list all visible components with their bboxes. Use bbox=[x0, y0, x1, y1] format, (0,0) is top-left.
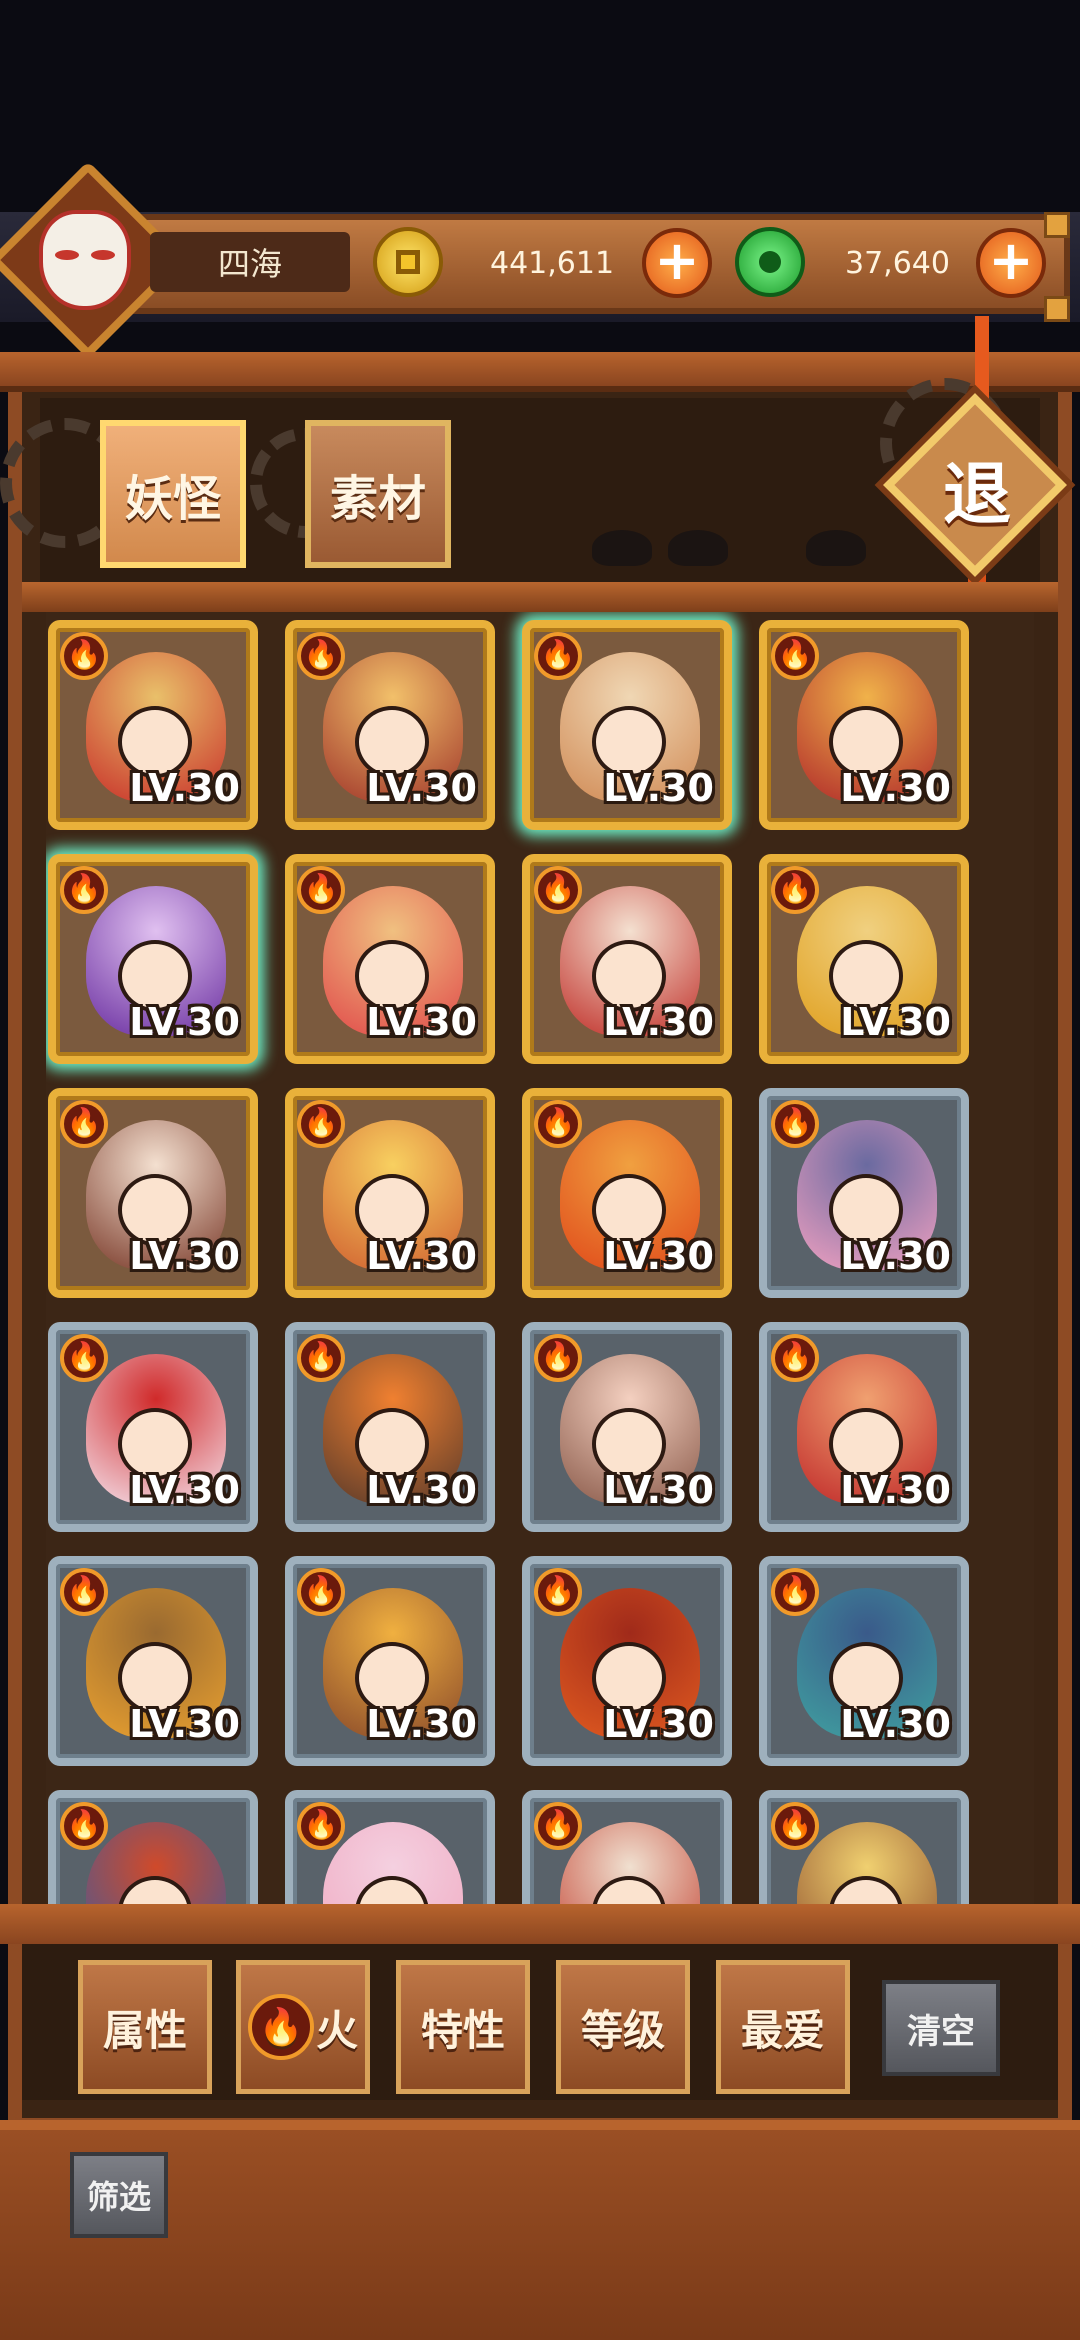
monster-card[interactable]: 🔥 LV.30 bbox=[759, 1088, 969, 1298]
monster-level: LV.30 bbox=[603, 1234, 714, 1278]
monster-level: LV.30 bbox=[603, 1702, 714, 1746]
jade-coin-icon bbox=[735, 227, 805, 297]
monster-level: LV.30 bbox=[366, 1468, 477, 1512]
attribute-filter-button[interactable]: 属性 bbox=[78, 1960, 212, 2094]
monster-card[interactable]: 🔥 LV.30 bbox=[522, 1322, 732, 1532]
level-filter-button[interactable]: 等级 bbox=[556, 1960, 690, 2094]
tab-monsters[interactable]: 妖怪 bbox=[100, 420, 246, 568]
monster-card[interactable]: 🔥 LV.30 bbox=[285, 854, 495, 1064]
shelf-beam bbox=[22, 582, 1058, 612]
monster-level: LV.30 bbox=[129, 1468, 240, 1512]
fire-element-icon: 🔥 bbox=[297, 866, 345, 914]
fire-element-icon: 🔥 bbox=[534, 1334, 582, 1382]
monster-level: LV.30 bbox=[840, 1468, 951, 1512]
monster-card[interactable]: 🔥 LV.30 bbox=[522, 1556, 732, 1766]
player-name: 四海 bbox=[150, 232, 350, 292]
monster-level: LV.30 bbox=[840, 1234, 951, 1278]
fire-element-icon: 🔥 bbox=[297, 1100, 345, 1148]
fire-element-icon: 🔥 bbox=[534, 1100, 582, 1148]
monster-card[interactable]: 🔥 bbox=[285, 1790, 495, 1904]
fire-element-icon: 🔥 bbox=[771, 866, 819, 914]
monster-card[interactable]: 🔥 LV.30 bbox=[522, 1088, 732, 1298]
fire-icon: 🔥 bbox=[247, 1994, 314, 2060]
monster-level: LV.30 bbox=[603, 766, 714, 810]
monster-card[interactable]: 🔥 LV.30 bbox=[48, 620, 258, 830]
monster-card[interactable]: 🔥 LV.30 bbox=[759, 854, 969, 1064]
fire-element-icon: 🔥 bbox=[534, 866, 582, 914]
monster-card[interactable]: 🔥 LV.30 bbox=[522, 854, 732, 1064]
fire-element-icon: 🔥 bbox=[771, 1568, 819, 1616]
add-gold-button[interactable]: + bbox=[642, 228, 712, 298]
monster-card[interactable]: 🔥 LV.30 bbox=[48, 854, 258, 1064]
fire-element-icon: 🔥 bbox=[771, 1802, 819, 1850]
monster-card[interactable]: 🔥 LV.30 bbox=[759, 1322, 969, 1532]
fire-element-icon: 🔥 bbox=[534, 632, 582, 680]
trait-filter-button[interactable]: 特性 bbox=[396, 1960, 530, 2094]
monster-level: LV.30 bbox=[129, 766, 240, 810]
fire-element-icon: 🔥 bbox=[60, 632, 108, 680]
fire-element-icon: 🔥 bbox=[534, 1568, 582, 1616]
fire-element-icon: 🔥 bbox=[297, 1802, 345, 1850]
monster-card[interactable]: 🔥 LV.30 bbox=[285, 1322, 495, 1532]
monster-grid[interactable]: 🔥 LV.30 🔥 LV.30 🔥 LV.30 🔥 LV.30 🔥 LV.30 🔥 LV.30 🔥 LV.… bbox=[46, 612, 1034, 1904]
monster-card[interactable]: 🔥 bbox=[48, 1790, 258, 1904]
monster-level: LV.30 bbox=[840, 1702, 951, 1746]
monster-card[interactable]: 🔥 LV.30 bbox=[522, 620, 732, 830]
monster-level: LV.30 bbox=[840, 766, 951, 810]
gold-coin-icon bbox=[373, 227, 443, 297]
fire-element-icon: 🔥 bbox=[60, 1568, 108, 1616]
monster-card[interactable]: 🔥 LV.30 bbox=[759, 620, 969, 830]
fire-element-icon: 🔥 bbox=[60, 1334, 108, 1382]
monster-level: LV.30 bbox=[366, 1000, 477, 1044]
monster-card[interactable]: 🔥 LV.30 bbox=[285, 620, 495, 830]
retreat-button[interactable]: 退 bbox=[912, 428, 1042, 548]
monster-card[interactable]: 🔥 LV.30 bbox=[48, 1322, 258, 1532]
fire-element-icon: 🔥 bbox=[297, 1334, 345, 1382]
monster-card[interactable]: 🔥 LV.30 bbox=[48, 1088, 258, 1298]
fire-element-icon: 🔥 bbox=[60, 866, 108, 914]
monster-level: LV.30 bbox=[840, 1000, 951, 1044]
element-filter-label: 火 bbox=[315, 2005, 358, 2055]
monster-level: LV.30 bbox=[603, 1468, 714, 1512]
mask-face bbox=[39, 210, 131, 310]
monster-card[interactable]: 🔥 bbox=[759, 1790, 969, 1904]
monster-level: LV.30 bbox=[366, 1234, 477, 1278]
filter-toggle-button[interactable]: 筛选 bbox=[70, 2152, 168, 2238]
gold-amount: 441,611 bbox=[490, 245, 615, 281]
monster-level: LV.30 bbox=[366, 1702, 477, 1746]
shadow-creature-icon bbox=[668, 530, 728, 566]
monster-card[interactable]: 🔥 LV.30 bbox=[48, 1556, 258, 1766]
monster-level: LV.30 bbox=[603, 1000, 714, 1044]
shadow-creature-icon bbox=[592, 530, 652, 566]
fire-element-icon: 🔥 bbox=[60, 1802, 108, 1850]
monster-level: LV.30 bbox=[129, 1000, 240, 1044]
fire-element-icon: 🔥 bbox=[534, 1802, 582, 1850]
fire-element-icon: 🔥 bbox=[297, 632, 345, 680]
monster-level: LV.30 bbox=[129, 1234, 240, 1278]
corner-nail bbox=[1044, 212, 1070, 238]
monster-level: LV.30 bbox=[366, 766, 477, 810]
add-jade-button[interactable]: + bbox=[976, 228, 1046, 298]
fire-element-icon: 🔥 bbox=[771, 632, 819, 680]
tab-materials[interactable]: 素材 bbox=[305, 420, 451, 568]
monster-card[interactable]: 🔥 LV.30 bbox=[759, 1556, 969, 1766]
jade-amount: 37,640 bbox=[845, 245, 950, 281]
fire-element-icon: 🔥 bbox=[297, 1568, 345, 1616]
monster-card[interactable]: 🔥 LV.30 bbox=[285, 1556, 495, 1766]
fox-mask-avatar-icon[interactable] bbox=[30, 200, 140, 320]
favorite-filter-button[interactable]: 最爱 bbox=[716, 1960, 850, 2094]
corner-nail bbox=[1044, 296, 1070, 322]
monster-level: LV.30 bbox=[129, 1702, 240, 1746]
monster-card[interactable]: 🔥 bbox=[522, 1790, 732, 1904]
monster-card[interactable]: 🔥 LV.30 bbox=[285, 1088, 495, 1298]
fire-element-icon: 🔥 bbox=[771, 1334, 819, 1382]
fire-element-icon: 🔥 bbox=[60, 1100, 108, 1148]
shadow-creature-icon bbox=[806, 530, 866, 566]
bottom-beam bbox=[0, 1904, 1080, 1944]
element-filter-button[interactable]: 🔥 火 bbox=[236, 1960, 370, 2094]
fire-element-icon: 🔥 bbox=[771, 1100, 819, 1148]
clear-filter-button[interactable]: 清空 bbox=[882, 1980, 1000, 2076]
